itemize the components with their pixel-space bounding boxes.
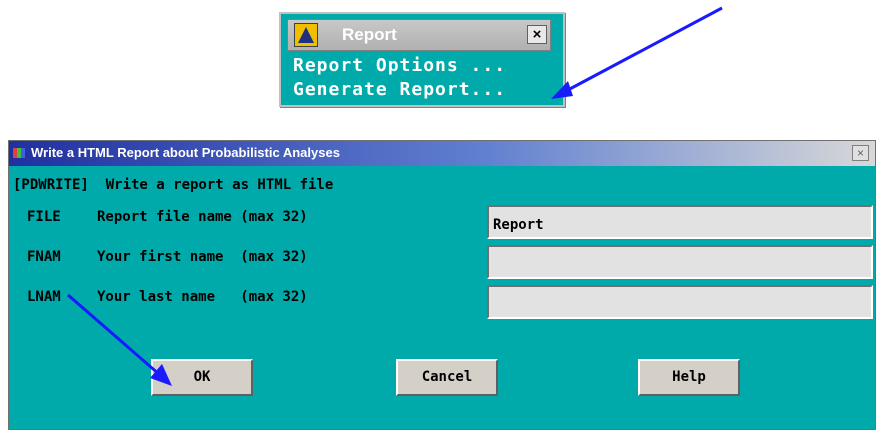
html-report-dialog: Write a HTML Report about Probabilistic … [8,140,876,430]
command-header: [PDWRITE] Write a report as HTML file [13,177,334,193]
close-icon[interactable]: × [527,25,547,44]
help-button[interactable]: Help [638,359,740,396]
menu-item-report-options[interactable]: Report Options ... [293,55,506,76]
report-menu-title: Report [342,25,397,44]
ok-button[interactable]: OK [151,359,253,396]
field-key-lnam: LNAM [27,289,61,305]
report-menu-window: Report × Report Options ... Generate Rep… [279,12,565,107]
dialog-app-icon [13,148,25,158]
dialog-titlebar: Write a HTML Report about Probabilistic … [9,141,875,166]
ansys-logo-icon [294,23,318,47]
field-label-lnam: Your last name (max 32) [97,289,308,305]
pointer-arrow-icon [551,6,723,99]
menu-item-generate-report[interactable]: Generate Report... [293,79,506,100]
field-label-fnam: Your first name (max 32) [97,249,308,265]
field-label-file: Report file name (max 32) [97,209,308,225]
cancel-button[interactable]: Cancel [396,359,498,396]
report-menu-titlebar: Report × [287,19,551,51]
close-icon[interactable]: × [852,145,869,161]
report-file-name-input[interactable] [487,205,873,239]
dialog-title: Write a HTML Report about Probabilistic … [31,145,340,160]
first-name-input[interactable] [487,245,873,279]
last-name-input[interactable] [487,285,873,319]
field-key-fnam: FNAM [27,249,61,265]
field-key-file: FILE [27,209,61,225]
